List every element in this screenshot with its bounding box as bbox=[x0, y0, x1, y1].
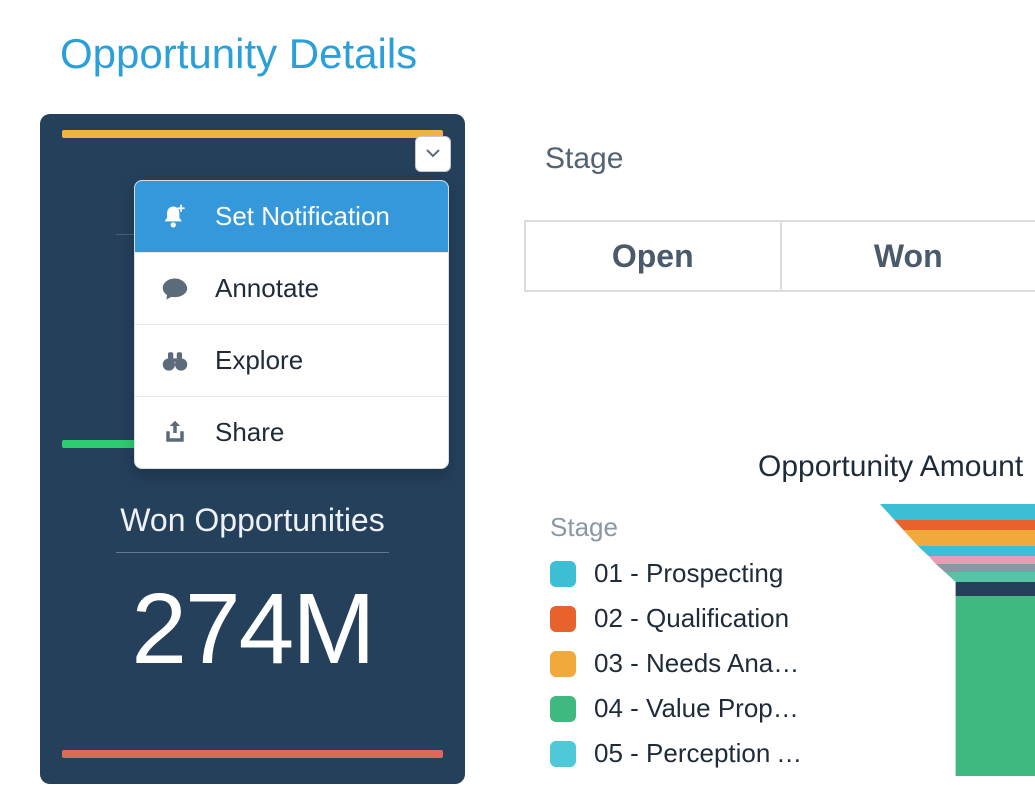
legend-item[interactable]: 01 - Prospecting bbox=[550, 558, 804, 589]
menu-item-label: Share bbox=[215, 417, 284, 448]
funnel-segment bbox=[880, 564, 1035, 572]
funnel-segment bbox=[880, 582, 1035, 596]
funnel-chart: 27 bbox=[880, 504, 1035, 776]
funnel-segment bbox=[880, 546, 1035, 556]
stage-tabs: Open Won bbox=[524, 220, 1035, 292]
stage-tab-open[interactable]: Open bbox=[524, 222, 780, 290]
legend-item[interactable]: 02 - Qualification bbox=[550, 603, 804, 634]
menu-item-label: Explore bbox=[215, 345, 303, 376]
funnel-segment-big: 27 bbox=[880, 596, 1035, 776]
chart-title: Opportunity Amount bbox=[758, 450, 1023, 484]
funnel-segment bbox=[880, 504, 1035, 520]
legend-title: Stage bbox=[550, 512, 618, 543]
card-actions-menu: Set Notification Annotate bbox=[134, 180, 449, 469]
legend-label: 02 - Qualification bbox=[594, 603, 789, 634]
legend-item[interactable]: 04 - Value Proposition bbox=[550, 693, 804, 724]
legend-swatch bbox=[550, 606, 576, 632]
legend-swatch bbox=[550, 651, 576, 677]
menu-item-label: Set Notification bbox=[215, 201, 390, 232]
stage-filter-label: Stage bbox=[545, 142, 623, 176]
legend-label: 01 - Prospecting bbox=[594, 558, 783, 589]
legend-swatch bbox=[550, 741, 576, 767]
legend-item[interactable]: 05 - Perception Analysis bbox=[550, 738, 804, 769]
share-icon bbox=[159, 419, 191, 447]
funnel-segment bbox=[880, 520, 1035, 530]
legend-label: 04 - Value Proposition bbox=[594, 693, 804, 724]
binoculars-icon bbox=[159, 347, 191, 375]
card-metric-value: 274M bbox=[40, 579, 465, 679]
page-title: Opportunity Details bbox=[60, 30, 417, 78]
card-metric-title: Won Opportunities bbox=[40, 502, 465, 539]
legend-swatch bbox=[550, 561, 576, 587]
menu-item-label: Annotate bbox=[215, 273, 319, 304]
menu-item-explore[interactable]: Explore bbox=[135, 325, 448, 397]
chevron-down-icon bbox=[426, 145, 440, 163]
legend-label: 03 - Needs Analysis bbox=[594, 648, 804, 679]
comment-icon bbox=[159, 275, 191, 303]
menu-item-set-notification[interactable]: Set Notification bbox=[135, 181, 448, 253]
menu-item-share[interactable]: Share bbox=[135, 397, 448, 468]
menu-item-annotate[interactable]: Annotate bbox=[135, 253, 448, 325]
card-actions-dropdown-button[interactable] bbox=[415, 136, 451, 172]
legend-item[interactable]: 03 - Needs Analysis bbox=[550, 648, 804, 679]
card-accent-bar-top bbox=[62, 130, 443, 138]
stage-tab-won[interactable]: Won bbox=[780, 222, 1035, 290]
chart-legend: 01 - Prospecting 02 - Qualification 03 -… bbox=[550, 558, 804, 769]
card-divider-lower bbox=[116, 552, 389, 553]
legend-swatch bbox=[550, 696, 576, 722]
funnel-segment bbox=[880, 530, 1035, 546]
funnel-segment bbox=[880, 556, 1035, 564]
bell-plus-icon bbox=[159, 203, 191, 231]
legend-label: 05 - Perception Analysis bbox=[594, 738, 804, 769]
funnel-segment bbox=[880, 572, 1035, 582]
card-accent-bar-bottom bbox=[62, 750, 443, 758]
